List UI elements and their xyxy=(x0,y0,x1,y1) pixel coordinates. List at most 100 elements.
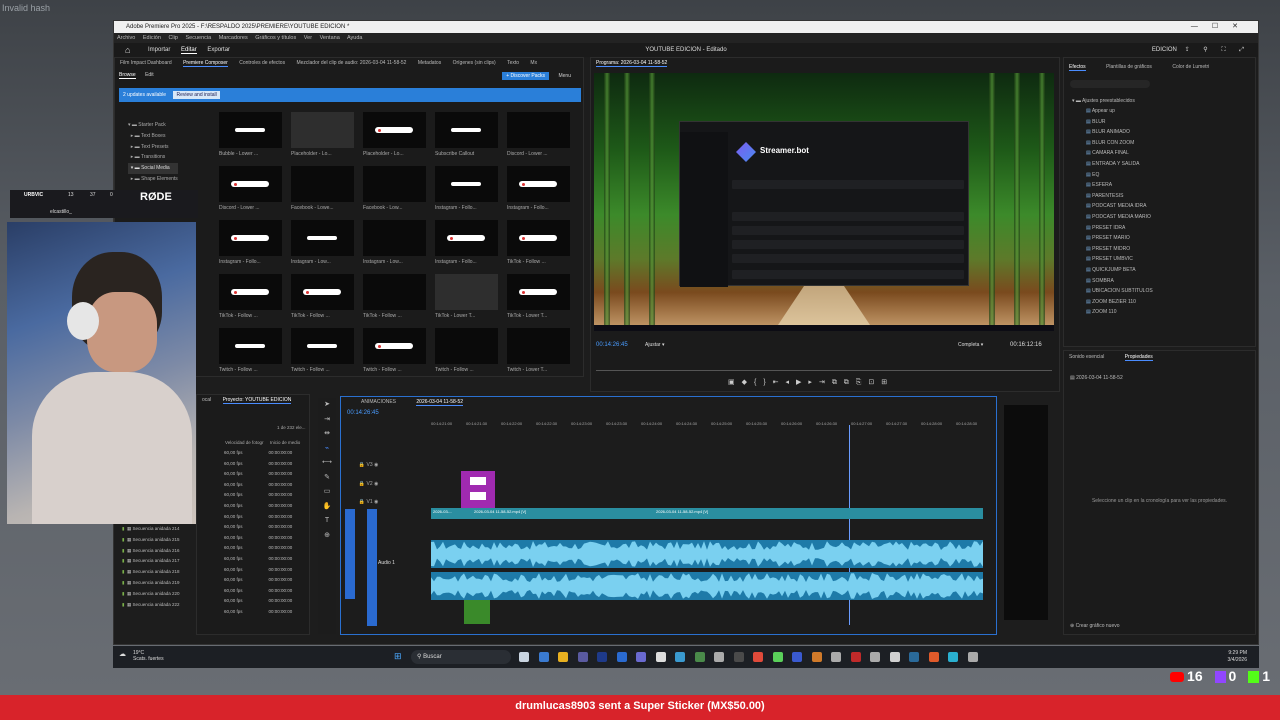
preset-item[interactable]: PODCAST MEDIA IDRA xyxy=(1086,201,1153,212)
project-row[interactable]: 60,00 fps 00:00:00:00 xyxy=(196,512,292,523)
template-tile[interactable]: Discord - Lower ... xyxy=(507,112,570,162)
template-tile[interactable]: TikTok - Follow ... xyxy=(219,274,282,324)
sequence-item[interactable]: ▮ ▦ Secuencia anidada 219 xyxy=(122,578,180,589)
track-target[interactable] xyxy=(367,509,377,626)
sequence-item[interactable]: ▮ ▦ Secuencia anidada 215 xyxy=(122,535,180,546)
preset-item[interactable]: BLUR ANIMADO xyxy=(1086,127,1153,138)
program-video[interactable]: Streamer.bot xyxy=(594,73,1054,331)
window-controls[interactable]: —☐✕ xyxy=(1191,21,1252,33)
source-patch[interactable] xyxy=(345,509,355,599)
sequence-item[interactable]: ▮ ▦ Secuencia anidada 220 xyxy=(122,589,180,600)
template-tile[interactable]: Instagram - Low... xyxy=(363,220,426,270)
tab-properties[interactable]: Propiedades xyxy=(1124,354,1153,361)
track-v3[interactable]: 🔒 V3 ◉ xyxy=(345,456,379,475)
taskbar-app-icon[interactable] xyxy=(616,652,627,662)
tab-graphics-templates[interactable]: Plantillas de gráficos xyxy=(1106,64,1152,70)
tree-social-media[interactable]: ▾ ▬ Social Media xyxy=(128,163,178,174)
sequence-item[interactable]: ▮ ▦ Secuencia anidada 218 xyxy=(122,567,180,578)
tab-text[interactable]: Texto xyxy=(507,60,519,66)
project-row[interactable]: 60,00 fps 00:00:00:00 xyxy=(196,596,292,607)
project-row[interactable]: 60,00 fps 00:00:00:00 xyxy=(196,448,292,459)
taskbar-app-icon[interactable] xyxy=(558,652,568,662)
preset-item[interactable]: UBICACION SUBTITULOS xyxy=(1086,286,1153,297)
template-tile[interactable]: Twitch - Follow ... xyxy=(219,328,282,378)
razor-icon[interactable]: ⌁ xyxy=(318,442,336,457)
audio-clip-2[interactable] xyxy=(431,572,983,600)
template-tile[interactable]: Twitch - Lower T... xyxy=(507,328,570,378)
menu-marcadores[interactable]: Marcadores xyxy=(219,35,248,41)
taskbar-app-icon[interactable] xyxy=(928,652,939,662)
taskbar-app-icon[interactable] xyxy=(811,652,822,662)
tree-text-boxes[interactable]: ▸ ▬ Text Boxes xyxy=(128,131,178,142)
tab-essential-sound[interactable]: Sonido esencial xyxy=(1069,354,1104,360)
taskbar-app-icon[interactable] xyxy=(889,652,900,662)
project-row[interactable]: 60,00 fps 00:00:00:00 xyxy=(196,575,292,586)
taskbar-app-icon[interactable] xyxy=(948,652,958,662)
zoom-tool-icon[interactable]: ⊕ xyxy=(318,529,336,544)
preset-item[interactable]: ZOOM BEZIER 110 xyxy=(1086,297,1153,308)
preset-item[interactable]: BLUR CON ZOOM xyxy=(1086,138,1153,149)
project-row[interactable]: 60,00 fps 00:00:00:00 xyxy=(196,607,292,618)
audio-clip-1[interactable] xyxy=(431,540,983,568)
col-fps[interactable]: Velocidad de fotogr xyxy=(225,440,264,445)
time-ruler[interactable]: 00:14:21:00 00:14:21:30 00:14:22:00 00:14:2… xyxy=(431,421,991,429)
slip-icon[interactable]: ⟷ xyxy=(318,456,336,471)
taskbar-search[interactable]: ⚲ Buscar xyxy=(411,650,511,664)
track-v2[interactable]: 🔒 V2 ◉ xyxy=(345,475,379,494)
preset-item[interactable]: PRESET MARIO xyxy=(1086,233,1153,244)
taskbar-app-icon[interactable] xyxy=(772,652,783,662)
template-tile[interactable]: Instagram - Follo... xyxy=(219,220,282,270)
clock[interactable]: 9:29 PM 3/4/2026 xyxy=(1228,650,1247,664)
selection-tool-icon[interactable]: ➤ xyxy=(318,398,336,413)
project-row[interactable]: 60,00 fps 00:00:00:00 xyxy=(196,586,292,597)
ripple-edit-icon[interactable]: ⇹ xyxy=(318,427,336,442)
project-row[interactable]: 60,00 fps 00:00:00:00 xyxy=(196,459,292,470)
taskbar-app-icon[interactable] xyxy=(831,652,841,662)
template-tile[interactable]: Instagram - Low... xyxy=(291,220,354,270)
quality-select[interactable]: Completa ▾ xyxy=(958,342,983,348)
preset-item[interactable]: ENTRADA Y SALIDA xyxy=(1086,159,1153,170)
pen-icon[interactable]: ✎ xyxy=(318,471,336,486)
template-tile[interactable]: Facebook - Low... xyxy=(363,166,426,216)
template-tile[interactable]: TikTok - Lower T... xyxy=(507,274,570,324)
menu-archivo[interactable]: Archivo xyxy=(117,35,135,41)
taskbar-app-icon[interactable] xyxy=(597,652,607,662)
tab-lumetri[interactable]: Color de Lumetri xyxy=(1172,64,1209,70)
taskbar-app-icon[interactable] xyxy=(714,652,724,662)
taskbar-app-icon[interactable] xyxy=(909,652,919,662)
program-timecode[interactable]: 00:14:26:45 xyxy=(596,342,628,348)
project-row[interactable]: 60,00 fps 00:00:00:00 xyxy=(196,490,292,501)
tab-effect-controls[interactable]: Controles de efectos xyxy=(239,60,285,66)
preset-item[interactable]: PRESET UMBVIC xyxy=(1086,254,1153,265)
template-tile[interactable]: Discord - Lower ... xyxy=(219,166,282,216)
preset-item[interactable]: PRESET MIDRO xyxy=(1086,244,1153,255)
sequence-item[interactable]: ▮ ▦ Secuencia anidada 217 xyxy=(122,556,180,567)
program-scrubber[interactable] xyxy=(596,370,1052,371)
template-tile[interactable]: Placeholder - Lo... xyxy=(363,112,426,162)
taskbar-app-icon[interactable] xyxy=(636,652,646,662)
tab-edit[interactable]: Edit xyxy=(145,72,154,78)
template-tile[interactable]: Bubble - Lower ... xyxy=(219,112,282,162)
taskbar-app-icon[interactable] xyxy=(694,652,705,662)
workspace-label[interactable]: EDICION xyxy=(1152,47,1177,53)
tab-project[interactable]: Proyecto: YOUTUBE EDICION xyxy=(222,397,292,404)
preset-item[interactable]: SOMBRA xyxy=(1086,276,1153,287)
tab-premiere-composer[interactable]: Premiere Composer xyxy=(183,60,228,67)
tab-local[interactable]: ocal xyxy=(202,397,211,403)
start-icon[interactable]: ⊞ xyxy=(394,651,402,662)
tree-text-presets[interactable]: ▸ ▬ Text Presets xyxy=(128,142,178,153)
taskbar-app-icon[interactable] xyxy=(870,652,880,662)
tab-sources[interactable]: Orígenes (sin clips) xyxy=(453,60,496,66)
project-row[interactable]: 60,00 fps 00:00:00:00 xyxy=(196,533,292,544)
project-row[interactable]: 60,00 fps 00:00:00:00 xyxy=(196,469,292,480)
taskbar-app-icon[interactable] xyxy=(538,652,549,662)
menu-edicion[interactable]: Edición xyxy=(143,35,161,41)
preset-item[interactable]: QUICKJUMP BETA xyxy=(1086,265,1153,276)
taskbar-app-icon[interactable] xyxy=(577,652,588,662)
timeline-timecode[interactable]: 00:14:26:45 xyxy=(347,410,379,416)
tab-program[interactable]: Programa: 2026-03-04 11-58-52 xyxy=(596,60,668,67)
hand-icon[interactable]: ✋ xyxy=(318,500,336,515)
menu-graficos[interactable]: Gráficos y títulos xyxy=(255,35,296,41)
project-row[interactable]: 60,00 fps 00:00:00:00 xyxy=(196,543,292,554)
template-tile[interactable]: Instagram - Follo... xyxy=(507,166,570,216)
